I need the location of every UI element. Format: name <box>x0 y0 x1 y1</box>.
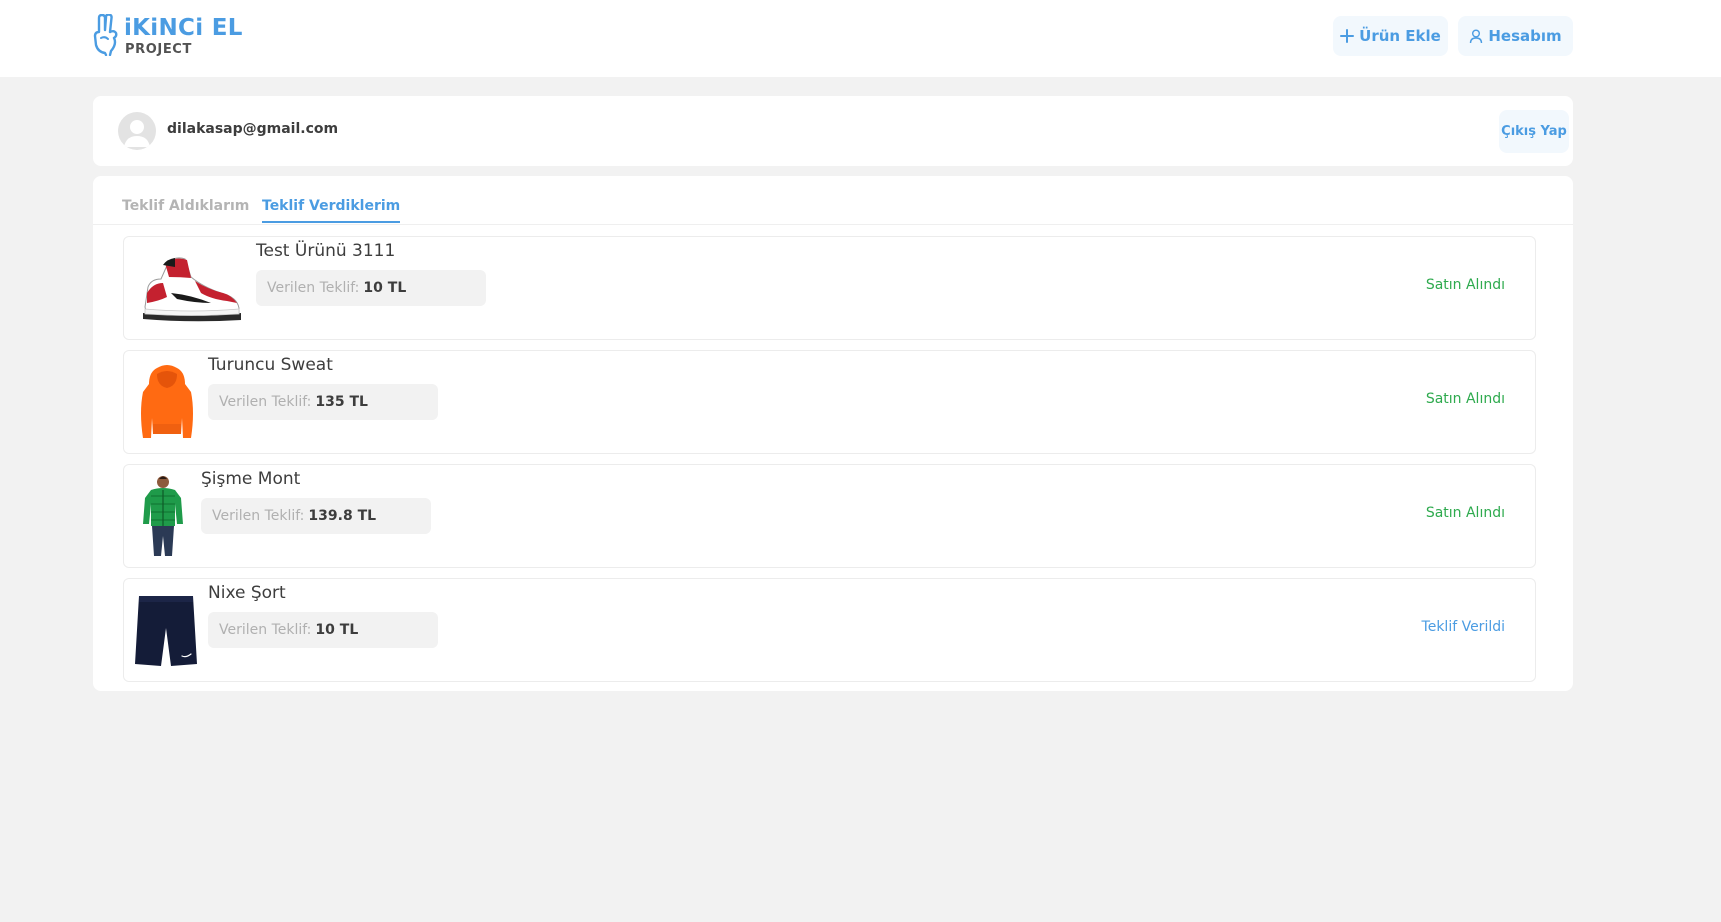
site-logo[interactable]: iKiNCi EL PROJECT <box>93 14 242 60</box>
product-name: Test Ürünü 3111 <box>256 241 396 261</box>
offer-amount: 10 TL <box>315 622 359 638</box>
status-badge: Satın Alındı <box>1425 277 1505 293</box>
account-button[interactable]: Hesabım <box>1458 16 1573 56</box>
green-jacket-image <box>139 473 187 559</box>
offer-label: Verilen Teklif: <box>219 622 312 638</box>
user-email: dilakasap@gmail.com <box>167 121 339 137</box>
avatar <box>118 112 156 150</box>
sneaker-image <box>139 245 243 331</box>
offer-row[interactable]: Nixe Şort Verilen Teklif: 10 TL Teklif V… <box>123 578 1536 682</box>
status-badge: Satın Alındı <box>1425 505 1505 521</box>
product-name: Turuncu Sweat <box>208 355 333 375</box>
peace-hand-icon <box>93 14 118 56</box>
add-product-button[interactable]: Ürün Ekle <box>1333 16 1448 56</box>
account-label: Hesabım <box>1488 27 1562 45</box>
offer-label: Verilen Teklif: <box>212 508 305 524</box>
offer-amount-box: Verilen Teklif: 135 TL <box>208 384 438 420</box>
offer-amount-box: Verilen Teklif: 10 TL <box>256 270 486 306</box>
offer-amount-box: Verilen Teklif: 10 TL <box>208 612 438 648</box>
user-icon <box>1470 29 1483 43</box>
product-name: Nixe Şort <box>208 583 286 603</box>
offer-amount: 10 TL <box>363 280 407 296</box>
add-product-label: Ürün Ekle <box>1359 27 1441 45</box>
logout-button[interactable]: Çıkış Yap <box>1499 110 1569 153</box>
offers-panel: Teklif Aldıklarım Teklif Verdiklerim Tes… <box>93 176 1573 691</box>
offer-tabs: Teklif Aldıklarım Teklif Verdiklerim <box>93 176 1573 225</box>
product-name: Şişme Mont <box>201 469 301 489</box>
logo-subtitle: PROJECT <box>125 42 192 57</box>
offer-label: Verilen Teklif: <box>219 394 312 410</box>
orange-hoodie-image <box>139 359 195 445</box>
user-info-card: dilakasap@gmail.com Çıkış Yap <box>93 96 1573 166</box>
offer-amount-box: Verilen Teklif: 139.8 TL <box>201 498 431 534</box>
top-navbar: iKiNCi EL PROJECT Ürün Ekle Hesabım <box>0 0 1721 77</box>
plus-icon <box>1340 29 1355 43</box>
status-badge: Teklif Verildi <box>1421 619 1505 635</box>
logo-title: iKiNCi EL <box>124 15 243 41</box>
offer-row[interactable]: Şişme Mont Verilen Teklif: 139.8 TL Satı… <box>123 464 1536 568</box>
offer-row[interactable]: Test Ürünü 3111 Verilen Teklif: 10 TL Sa… <box>123 236 1536 340</box>
offer-row[interactable]: Turuncu Sweat Verilen Teklif: 135 TL Sat… <box>123 350 1536 454</box>
tab-received-offers[interactable]: Teklif Aldıklarım <box>122 198 249 221</box>
tab-given-offers[interactable]: Teklif Verdiklerim <box>262 198 401 223</box>
offer-amount: 139.8 TL <box>308 508 377 524</box>
user-avatar-icon <box>124 120 150 147</box>
offer-amount: 135 TL <box>315 394 368 410</box>
offer-label: Verilen Teklif: <box>267 280 360 296</box>
status-badge: Satın Alındı <box>1425 391 1505 407</box>
navy-shorts-image <box>133 587 199 673</box>
